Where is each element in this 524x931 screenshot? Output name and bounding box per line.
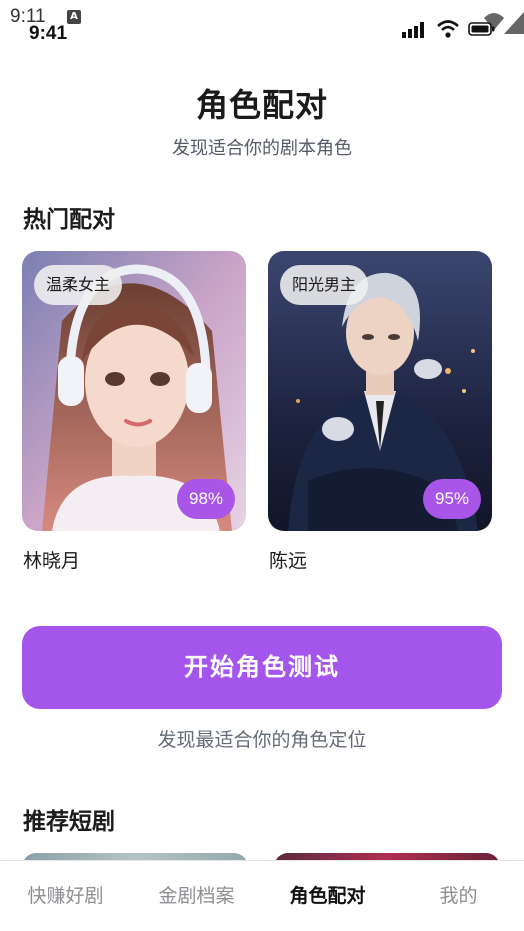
notification-a-icon: A bbox=[67, 10, 81, 24]
hot-pairs-title: 热门配对 bbox=[23, 207, 115, 233]
signal-icon bbox=[402, 22, 424, 38]
match-rate-badge: 95% bbox=[423, 479, 481, 519]
bottom-tab-bar: 快赚好剧 金剧档案 角色配对 我的 bbox=[0, 860, 524, 931]
tab-role-match[interactable]: 角色配对 bbox=[262, 881, 393, 908]
wifi-icon bbox=[437, 20, 459, 38]
start-role-test-button[interactable]: 开始角色测试 bbox=[22, 626, 502, 709]
page-title: 角色配对 bbox=[195, 86, 328, 124]
battery-icon bbox=[468, 22, 495, 36]
character-tag: 阳光男主 bbox=[280, 265, 369, 305]
recommended-dramas-title: 推荐短剧 bbox=[23, 809, 115, 835]
character-card-chen-yuan[interactable]: 阳光男主 95% bbox=[268, 251, 492, 531]
character-name: 林晓月 bbox=[23, 550, 81, 572]
tab-drama-archive[interactable]: 金剧档案 bbox=[131, 881, 262, 908]
tab-quick-earn[interactable]: 快赚好剧 bbox=[0, 881, 131, 908]
status-bar: 9:11 A 9:41 bbox=[0, 0, 524, 46]
character-card-lin-xiaoyue[interactable]: 温柔女主 98% bbox=[22, 251, 246, 531]
role-test-caption: 发现最适合你的角色定位 bbox=[157, 729, 367, 751]
app-time: 9:41 bbox=[29, 23, 68, 44]
page-subtitle: 发现适合你的剧本角色 bbox=[172, 138, 352, 159]
tab-mine[interactable]: 我的 bbox=[393, 881, 524, 908]
match-rate-badge: 98% bbox=[177, 479, 235, 519]
character-tag: 温柔女主 bbox=[34, 265, 123, 305]
character-name: 陈远 bbox=[269, 550, 308, 572]
